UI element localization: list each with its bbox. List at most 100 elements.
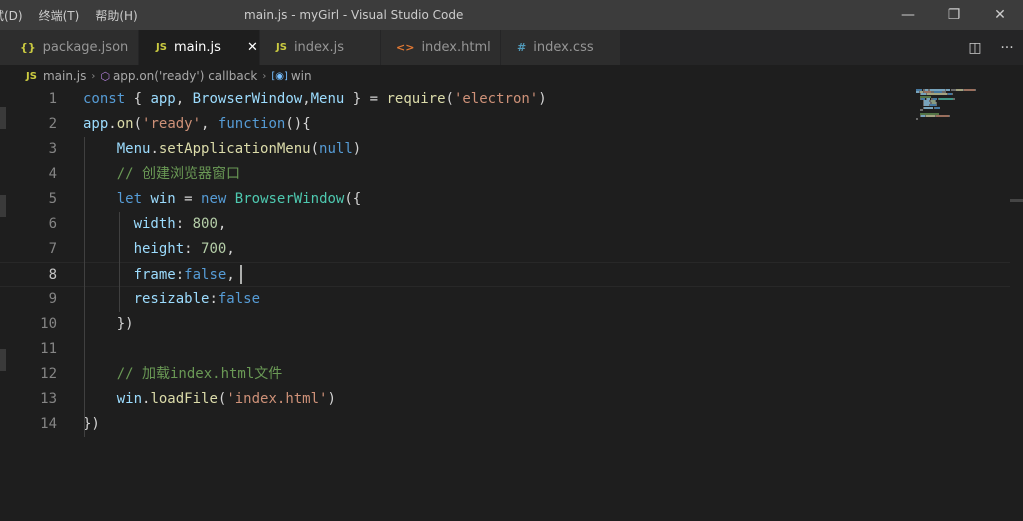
- tab-label: main.js: [173, 40, 221, 55]
- line-number: 14: [40, 416, 57, 432]
- tab-main-js[interactable]: JS main.js ✕: [139, 30, 260, 65]
- line-number: 13: [40, 391, 57, 407]
- scrollbar-thumb[interactable]: [1010, 199, 1023, 202]
- code-token: ,: [175, 91, 193, 107]
- code-text: resizable:false: [83, 287, 260, 312]
- line-number: 12: [40, 366, 57, 382]
- code-token: null: [319, 141, 353, 157]
- method-icon: ⬡: [100, 69, 110, 83]
- code-token: Menu: [116, 141, 151, 157]
- code-token: 800: [192, 216, 218, 232]
- maximize-button[interactable]: ❐: [931, 0, 977, 30]
- html-file-icon: <>: [396, 41, 415, 54]
- js-file-icon: JS: [276, 42, 287, 53]
- code-token: win: [150, 191, 176, 207]
- code-line[interactable]: 11: [0, 337, 1010, 362]
- code-line[interactable]: 5 let win = new BrowserWindow({: [0, 187, 1010, 212]
- code-text: height: 700,: [83, 237, 235, 262]
- code-token: (: [445, 91, 454, 107]
- code-token: function: [217, 116, 286, 132]
- line-number: 1: [48, 91, 57, 107]
- code-token: (: [133, 116, 143, 132]
- code-line[interactable]: 12 // 加载index.html文件: [0, 362, 1010, 387]
- line-number: 5: [48, 191, 57, 207]
- code-token: const: [83, 91, 126, 107]
- code-token: frame: [133, 267, 176, 283]
- variable-icon: [◉]: [271, 70, 288, 82]
- menu-item-debug[interactable]: 试(D): [0, 7, 23, 24]
- line-number: 6: [48, 216, 57, 232]
- code-token: setApplicationMenu: [158, 141, 311, 157]
- code-line[interactable]: 14}): [0, 412, 1010, 437]
- code-token: =: [175, 191, 202, 207]
- code-token: ,: [217, 216, 227, 232]
- line-number: 7: [48, 241, 57, 257]
- code-token: 700: [201, 241, 227, 257]
- code-text: // 创建浏览器窗口: [83, 162, 240, 187]
- code-token: // 创建浏览器窗口: [83, 166, 241, 182]
- split-editor-icon[interactable]: ◫: [959, 30, 991, 65]
- breadcrumb-file[interactable]: main.js: [43, 69, 86, 83]
- code-line[interactable]: 13 win.loadFile('index.html'): [0, 387, 1010, 412]
- tab-label: index.js: [293, 40, 345, 55]
- code-token: 'electron': [453, 91, 539, 107]
- code-line[interactable]: 9 resizable:false: [0, 287, 1010, 312]
- code-token: win: [116, 391, 143, 407]
- code-token: {: [125, 91, 151, 107]
- code-token: :: [184, 241, 202, 257]
- code-token: } =: [344, 91, 387, 107]
- code-text: const { app, BrowserWindow,Menu } = requ…: [83, 87, 547, 112]
- code-token: 'ready': [142, 116, 202, 132]
- tab-index-js[interactable]: JS index.js: [260, 30, 381, 65]
- code-line[interactable]: 2 app.on('ready', function(){: [0, 112, 1010, 137]
- breadcrumb-variable[interactable]: win: [291, 69, 312, 83]
- code-line[interactable]: 1 const { app, BrowserWindow,Menu } = req…: [0, 87, 1010, 112]
- tab-label: index.css: [533, 40, 594, 55]
- chevron-right-icon: ›: [262, 70, 267, 82]
- code-line[interactable]: 7 height: 700,: [0, 237, 1010, 262]
- window-controls: — ❐ ✕: [885, 0, 1023, 30]
- line-number: 9: [48, 291, 57, 307]
- code-text: width: 800,: [83, 212, 227, 237]
- json-file-icon: {}: [20, 41, 36, 54]
- code-text: }): [83, 312, 134, 337]
- menu-item-terminal[interactable]: 终端(T): [39, 7, 80, 24]
- code-line[interactable]: 6 width: 800,: [0, 212, 1010, 237]
- code-line[interactable]: 10 }): [0, 312, 1010, 337]
- tab-label: package.json: [42, 40, 129, 55]
- code-token: (){: [285, 116, 311, 132]
- breadcrumb-symbol[interactable]: app.on('ready') callback: [113, 69, 257, 83]
- window-title: main.js - myGirl - Visual Studio Code: [244, 8, 464, 22]
- code-token: ): [327, 391, 336, 407]
- code-token: }): [83, 416, 100, 432]
- code-token: ): [352, 141, 362, 157]
- tab-index-html[interactable]: <> index.html: [381, 30, 501, 65]
- more-actions-icon[interactable]: ···: [991, 30, 1023, 65]
- code-line[interactable]: 3 Menu.setApplicationMenu(null): [0, 137, 1010, 162]
- code-text: win.loadFile('index.html'): [83, 387, 336, 412]
- chevron-right-icon: ›: [91, 70, 96, 82]
- code-token: :: [209, 291, 218, 307]
- minimize-button[interactable]: —: [885, 0, 931, 30]
- code-token: Menu: [310, 91, 345, 107]
- menu-item-help[interactable]: 帮助(H): [95, 7, 137, 24]
- tab-package-json[interactable]: {} package.json: [0, 30, 139, 65]
- close-icon[interactable]: ✕: [247, 40, 258, 55]
- line-number: 3: [48, 141, 57, 157]
- code-line[interactable]: 8 frame:false,: [0, 262, 1010, 287]
- tab-index-css[interactable]: # index.css: [501, 30, 621, 65]
- line-number: 4: [48, 166, 57, 182]
- code-token: let: [116, 191, 143, 207]
- code-text: Menu.setApplicationMenu(null): [83, 137, 361, 162]
- code-line[interactable]: 4 // 创建浏览器窗口: [0, 162, 1010, 187]
- close-window-button[interactable]: ✕: [977, 0, 1023, 30]
- menu-bar: 试(D) 终端(T) 帮助(H): [0, 0, 154, 30]
- code-token: ,: [201, 116, 218, 132]
- code-editor[interactable]: 1 const { app, BrowserWindow,Menu } = req…: [0, 87, 1023, 521]
- code-text: }): [83, 412, 100, 437]
